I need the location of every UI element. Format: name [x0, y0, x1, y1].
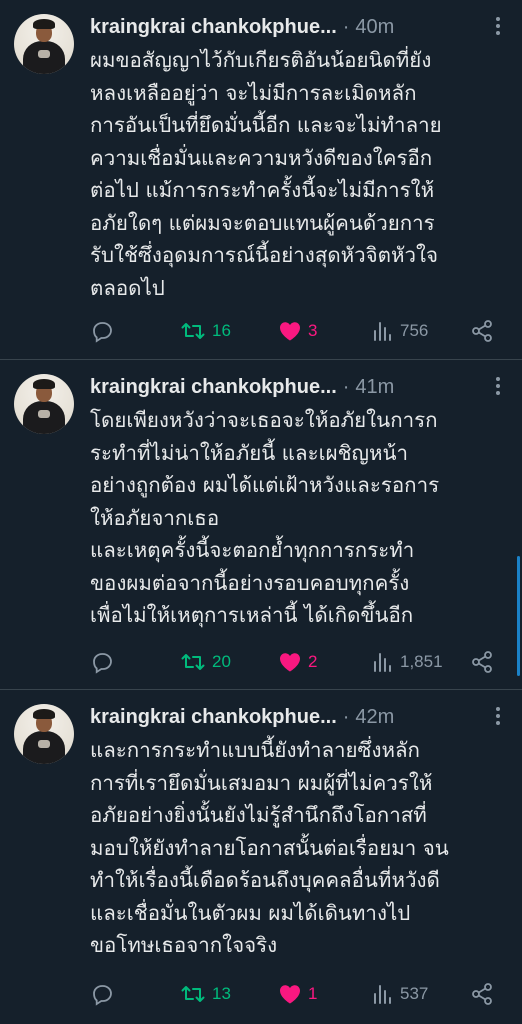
view-count: 1,851	[400, 652, 443, 671]
timestamp[interactable]: 41m	[355, 376, 394, 399]
reply-icon	[93, 985, 112, 1006]
views-icon	[374, 322, 391, 341]
timestamp[interactable]: 40m	[355, 16, 394, 39]
tweet-text: และการกระทำแบบนี้ยังทำลายซึ่งหลัก การที่…	[90, 738, 449, 957]
separator-dot: ·	[342, 705, 350, 728]
tweet-header: kraingkrai chankokphue... · 41m	[90, 372, 508, 402]
retweet-icon	[181, 323, 205, 339]
more-icon[interactable]	[488, 14, 508, 38]
retweet-button[interactable]: 16	[180, 316, 231, 346]
more-icon[interactable]	[488, 704, 508, 728]
share-icon	[472, 320, 492, 342]
view-count: 537	[400, 984, 429, 1003]
like-button[interactable]: 1	[278, 979, 317, 1009]
action-bar: 20 2 1,851	[90, 647, 508, 677]
share-icon	[472, 983, 492, 1005]
reply-button[interactable]	[90, 316, 114, 346]
author-name[interactable]: kraingkrai chankokphue...	[90, 706, 337, 729]
views-button[interactable]: 756	[372, 316, 428, 346]
retweet-icon	[181, 654, 205, 670]
retweet-button[interactable]: 13	[180, 979, 231, 1009]
reply-icon	[93, 653, 112, 674]
heart-icon	[280, 322, 300, 341]
like-button[interactable]: 3	[278, 316, 317, 346]
tweet[interactable]: kraingkrai chankokphue... · 40m ผมขอสัญญ…	[0, 0, 522, 360]
like-button[interactable]: 2	[278, 647, 317, 677]
share-button[interactable]	[470, 979, 494, 1009]
views-button[interactable]: 537	[372, 979, 428, 1009]
heart-icon	[280, 985, 300, 1004]
share-button[interactable]	[470, 316, 494, 346]
author-name[interactable]: kraingkrai chankokphue...	[90, 16, 337, 39]
timestamp[interactable]: 42m	[355, 706, 394, 729]
avatar[interactable]	[14, 374, 74, 434]
retweet-count: 13	[212, 984, 231, 1003]
views-button[interactable]: 1,851	[372, 647, 443, 677]
more-icon[interactable]	[488, 374, 508, 398]
avatar[interactable]	[14, 14, 74, 74]
views-icon	[374, 653, 391, 672]
share-icon	[472, 651, 492, 673]
retweet-count: 20	[212, 652, 231, 671]
action-bar: 16 3 756	[90, 316, 508, 346]
tweet[interactable]: kraingkrai chankokphue... · 41m โดยเพียง…	[0, 360, 522, 690]
tweet-feed: kraingkrai chankokphue... · 40m ผมขอสัญญ…	[0, 0, 522, 1024]
reply-button[interactable]	[90, 647, 114, 677]
view-count: 756	[400, 321, 429, 340]
views-icon	[374, 985, 391, 1004]
tweet-header: kraingkrai chankokphue... · 40m	[90, 12, 508, 42]
separator-dot: ·	[342, 15, 350, 38]
retweet-icon	[181, 986, 205, 1002]
tweet-header: kraingkrai chankokphue... · 42m	[90, 702, 508, 732]
avatar[interactable]	[14, 704, 74, 764]
action-bar: 13 1 537	[90, 979, 508, 1009]
tweet-text: โดยเพียงหวังว่าจะเธอจะให้อภัยในการก ระทำ…	[90, 408, 440, 627]
tweet-text: ผมขอสัญญาไว้กับเกียรติอันน้อยนิดที่ยัง ห…	[90, 48, 442, 300]
share-button[interactable]	[470, 647, 494, 677]
like-count: 1	[308, 984, 318, 1003]
separator-dot: ·	[342, 375, 350, 398]
scrollbar[interactable]	[517, 556, 520, 676]
like-count: 2	[308, 652, 318, 671]
like-count: 3	[308, 321, 318, 340]
author-name[interactable]: kraingkrai chankokphue...	[90, 376, 337, 399]
retweet-button[interactable]: 20	[180, 647, 231, 677]
heart-icon	[280, 653, 300, 672]
reply-button[interactable]	[90, 979, 114, 1009]
retweet-count: 16	[212, 321, 231, 340]
reply-icon	[93, 322, 112, 343]
tweet[interactable]: kraingkrai chankokphue... · 42m และการกร…	[0, 690, 522, 1024]
